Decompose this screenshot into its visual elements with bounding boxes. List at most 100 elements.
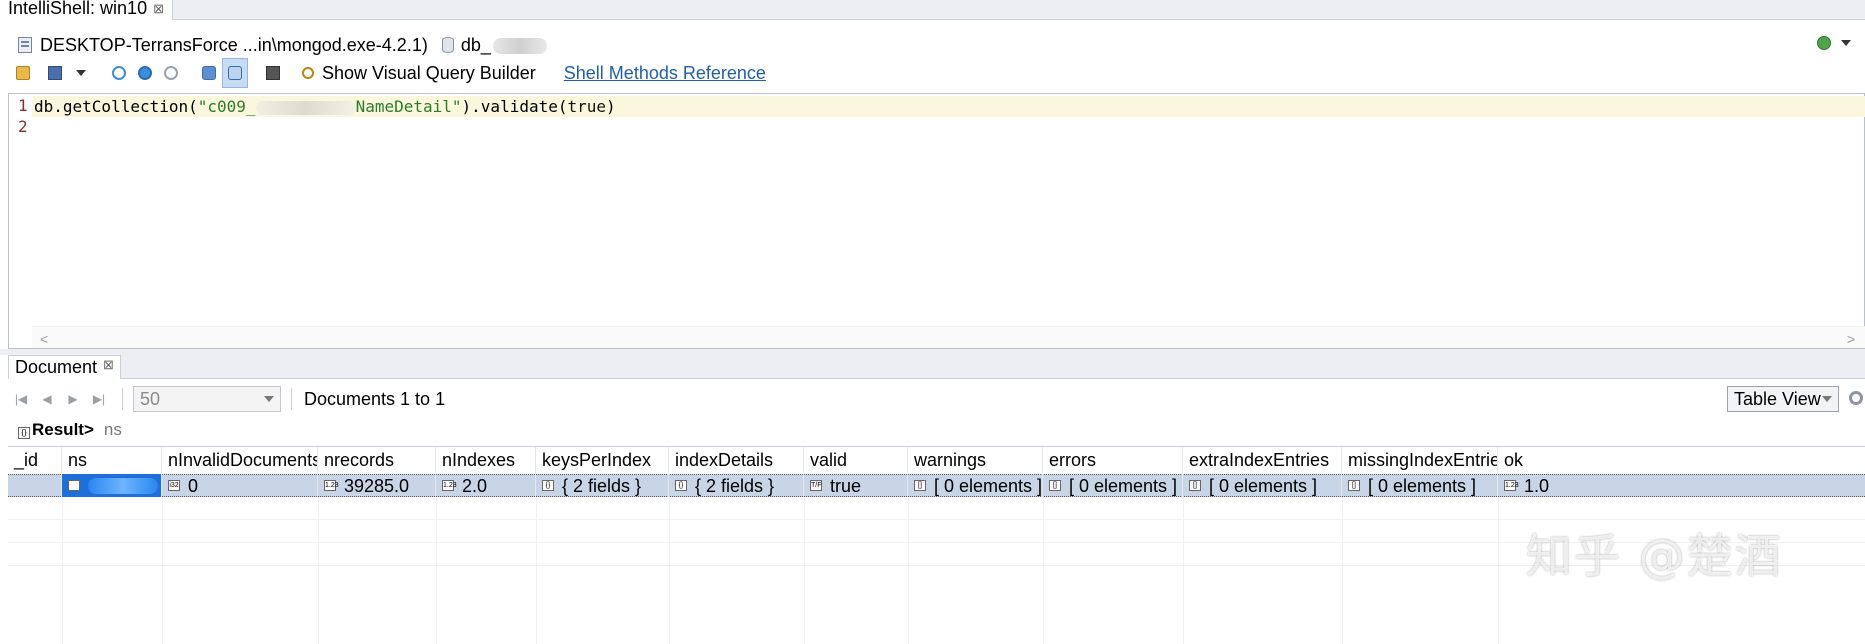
stop-button[interactable] [158,58,184,88]
result-table: _id ns nInvalidDocuments nrecords nIndex… [8,446,1865,644]
line-number: 1 [18,96,28,115]
close-icon[interactable]: ⊠ [153,0,164,17]
intellishell-tab-title: IntelliShell: win10 [8,0,148,18]
column-divider [62,497,63,644]
first-page-icon[interactable]: |◀ [8,387,34,411]
column-header-nindexes[interactable]: nIndexes [436,447,536,473]
connect-status-icon[interactable] [1817,36,1831,50]
redacted-blur [88,477,158,494]
scroll-right-icon[interactable]: > [1847,331,1855,347]
chevron-down-icon [76,70,86,76]
double-type-icon: 1.23 [442,480,457,491]
chevron-down-icon[interactable] [1841,40,1851,46]
double-type-icon: 1.23 [1504,480,1519,491]
array-type-icon: [] [1189,480,1201,491]
scroll-left-icon[interactable]: < [40,331,48,347]
double-type-icon: 1.23 [324,480,339,491]
code-line-1[interactable]: db.getCollection("c009_ NameDetail").vali… [34,96,616,117]
column-divider [536,497,537,644]
result-mode-button[interactable] [222,58,248,88]
cell-indexdetails[interactable]: {}{ 2 fields } [669,474,804,497]
prev-page-icon[interactable]: ◀ [34,387,60,411]
cell-valid[interactable]: T/F true [804,474,908,497]
last-page-icon[interactable]: ▶| [86,387,112,411]
chevron-down-icon [264,396,274,402]
redacted-blur [492,37,547,54]
cell-ninvaliddocuments[interactable]: i32 0 [162,474,318,497]
run-icon [112,66,126,80]
object-type-icon: {} [542,480,554,491]
view-mode-value: Table View [1734,388,1821,409]
column-header-missingindexentries[interactable]: missingIndexEntries [1342,447,1498,473]
column-header-ok[interactable]: ok [1498,447,1865,473]
gear-icon[interactable] [1849,391,1863,405]
result-tab-bar: Document ⊠ [8,355,1865,379]
cell-warnings[interactable]: [][ 0 elements ] [908,474,1043,497]
database-label[interactable]: db_ [461,35,547,56]
column-header-id[interactable]: _id [8,447,62,473]
visual-query-builder-button[interactable]: Show Visual Query Builder [302,63,536,84]
result-navigation: |◀ ◀ ▶ ▶| 50 Documents 1 to 1 Table View [8,380,1865,418]
column-header-indexdetails[interactable]: indexDetails [669,447,804,473]
save-button[interactable] [42,58,68,88]
view-mode-select[interactable]: Table View [1727,386,1839,412]
column-header-valid[interactable]: valid [804,447,908,473]
column-header-keysperindex[interactable]: keysPerIndex [536,447,669,473]
column-divider [436,497,437,644]
cell-missingindexentries[interactable]: [][ 0 elements ] [1342,474,1498,497]
cell-nindexes[interactable]: 1.23 2.0 [436,474,536,497]
divider [122,388,123,410]
query-mode-button[interactable] [196,58,222,88]
line-gutter: 1 2 [9,94,32,326]
result-label: Result> [32,420,94,439]
cell-ns[interactable]: ab [62,474,162,497]
page-size-select[interactable]: 50 [133,386,281,412]
database-icon [441,37,454,53]
cell-nrecords[interactable]: 1.23 39285.0 [318,474,436,497]
magnifier-icon [302,67,314,79]
visual-query-builder-label: Show Visual Query Builder [322,62,536,83]
column-header-ns[interactable]: ns [62,447,162,473]
chevron-down-icon [1822,396,1832,402]
column-divider [1498,497,1499,644]
server-icon [18,37,32,53]
close-icon[interactable]: ⊠ [103,356,114,379]
server-label[interactable]: DESKTOP-TerransForce ...in\mongod.exe-4.… [40,35,428,56]
open-file-button[interactable] [10,58,36,88]
cell-errors[interactable]: [][ 0 elements ] [1043,474,1183,497]
editor-tab-bar: IntelliShell: win10 ⊠ [0,0,1865,20]
document-tab[interactable]: Document ⊠ [8,355,121,379]
column-divider [1183,497,1184,644]
database-query-icon [202,66,216,80]
code-editor[interactable]: 1 2 db.getCollection("c009_ NameDetail").… [8,93,1865,349]
stop-icon [164,66,178,80]
column-header-warnings[interactable]: warnings [908,447,1043,473]
execute-current-button[interactable] [132,58,158,88]
column-divider [318,497,319,644]
folder-icon [16,66,30,80]
shell-methods-reference-link[interactable]: Shell Methods Reference [564,63,766,84]
save-dropdown-button[interactable] [68,58,94,88]
horizontal-scrollbar[interactable]: < > [32,326,1865,348]
cell-ok[interactable]: 1.23 1.0 [1498,474,1865,497]
cell-id[interactable] [8,474,62,497]
console-button[interactable] [260,58,286,88]
next-page-icon[interactable]: ▶ [60,387,86,411]
table-row-empty [8,497,1865,520]
column-header-ninvaliddocuments[interactable]: nInvalidDocuments [162,447,318,473]
column-header-extraindexentries[interactable]: extraIndexEntries [1183,447,1342,473]
column-header-errors[interactable]: errors [1043,447,1183,473]
column-header-nrecords[interactable]: nrecords [318,447,436,473]
column-divider [669,497,670,644]
array-type-icon: [] [914,480,926,491]
shell-toolbar: Show Visual Query Builder Shell Methods … [0,56,1865,90]
bool-type-icon: T/F [810,480,822,491]
cell-extraindexentries[interactable]: [][ 0 elements ] [1183,474,1342,497]
table-row-empty [8,520,1865,543]
intellishell-tab[interactable]: IntelliShell: win10 ⊠ [0,0,173,20]
result-object-icon: {} [18,427,30,439]
column-divider [804,497,805,644]
result-ns: ns [103,420,122,439]
execute-button[interactable] [106,58,132,88]
cell-keysperindex[interactable]: {}{ 2 fields } [536,474,669,497]
